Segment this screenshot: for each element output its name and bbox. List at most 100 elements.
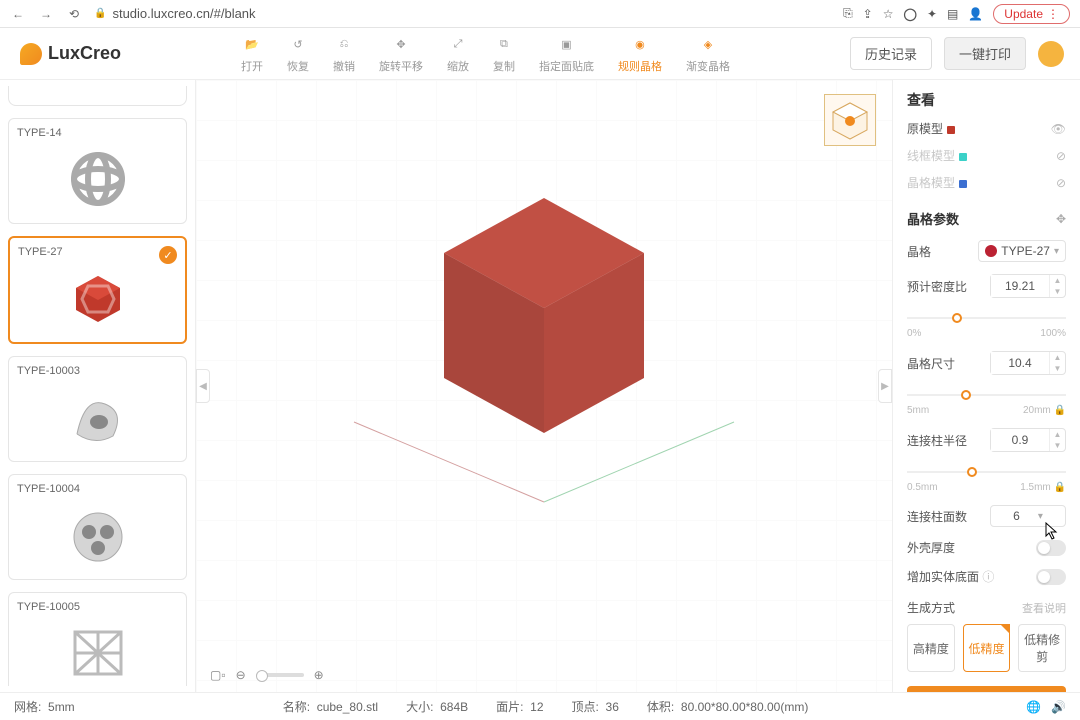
toolbar-face-down[interactable]: ▣指定面贴底 bbox=[539, 34, 594, 74]
type-card-prev[interactable] bbox=[8, 86, 187, 106]
param-shell: 外壳厚度 bbox=[907, 539, 1066, 556]
size-input[interactable]: ▲▼ bbox=[990, 351, 1066, 375]
bookmark-icon[interactable]: ☆ bbox=[883, 7, 894, 21]
toolbar-restore[interactable]: ↺恢复 bbox=[287, 34, 309, 74]
mode-low-button[interactable]: 低精度 bbox=[963, 624, 1011, 672]
main-toolbar: 📂打开 ↺恢复 ⎌撤销 ✥旋转平移 ⤢缩放 ⧉复制 ▣指定面贴底 ◉规则晶格 ◈… bbox=[141, 34, 830, 74]
status-sound-icon[interactable]: 🔊 bbox=[1051, 700, 1066, 714]
browser-bar: ← → ⟲ 🔒 studio.luxcreo.cn/#/blank ⎘ ⇪ ☆ … bbox=[0, 0, 1080, 28]
lock-icon[interactable]: 🔒 bbox=[1054, 482, 1066, 493]
zoom-out-icon[interactable]: ⊖ bbox=[236, 668, 246, 682]
toolbar-transform[interactable]: ✥旋转平移 bbox=[379, 34, 423, 74]
translate-icon[interactable]: ⎘ bbox=[843, 6, 853, 21]
lock-icon[interactable]: 🔒 bbox=[1054, 405, 1066, 416]
eye-off-icon[interactable]: ⊘ bbox=[1056, 149, 1066, 163]
viewport-tools: ▢▫ ⊖ ⊕ bbox=[210, 668, 324, 682]
lattice-icon: ◉ bbox=[629, 34, 651, 56]
type-card-27[interactable]: TYPE-27 ✓ bbox=[8, 236, 187, 344]
extensions-icon[interactable]: ✦ bbox=[927, 7, 937, 21]
type-card-14[interactable]: TYPE-14 bbox=[8, 118, 187, 224]
toolbar-lattice[interactable]: ◉规则晶格 bbox=[618, 34, 662, 74]
eye-off-icon[interactable]: ⊘ bbox=[1056, 176, 1066, 190]
history-button[interactable]: 历史记录 bbox=[850, 37, 932, 70]
zoom-slider[interactable] bbox=[256, 673, 304, 677]
step-down-icon[interactable]: ▼ bbox=[1050, 286, 1065, 297]
user-avatar[interactable] bbox=[1038, 41, 1064, 67]
toolbar-scale[interactable]: ⤢缩放 bbox=[447, 34, 469, 74]
view-section-title: 查看 bbox=[907, 90, 1066, 110]
properties-panel: 查看 原模型 👁 线框模型 ⊘ 晶格模型 ⊘ 晶格参数 ✥ 晶格 TYPE-27… bbox=[892, 80, 1080, 692]
share-icon[interactable]: ⇪ bbox=[863, 7, 873, 21]
address-url[interactable]: studio.luxcreo.cn/#/blank bbox=[112, 6, 255, 21]
solid-toggle[interactable] bbox=[1036, 569, 1066, 585]
lock-icon: 🔒 bbox=[94, 8, 106, 19]
eye-icon[interactable]: 👁 bbox=[1051, 122, 1066, 136]
scale-icon: ⤢ bbox=[447, 34, 469, 56]
zoom-in-icon[interactable]: ⊕ bbox=[314, 668, 324, 682]
transform-icon: ✥ bbox=[390, 34, 412, 56]
thumb-10005 bbox=[17, 613, 178, 686]
toolbar-gradient-lattice[interactable]: ◈渐变晶格 bbox=[686, 34, 730, 74]
face-down-icon: ▣ bbox=[555, 34, 577, 56]
mode-trim-button[interactable]: 低精修剪 bbox=[1018, 624, 1066, 672]
viewport-3d[interactable]: ◀ ▶ ▢▫ ⊖ ⊕ bbox=[195, 80, 892, 692]
viewport-collapse-left[interactable]: ◀ bbox=[196, 369, 210, 403]
app-header: LuxCreo 📂打开 ↺恢复 ⎌撤销 ✥旋转平移 ⤢缩放 ⧉复制 ▣指定面贴底… bbox=[0, 28, 1080, 80]
type-card-10005[interactable]: TYPE-10005 bbox=[8, 592, 187, 686]
radius-input[interactable]: ▲▼ bbox=[990, 428, 1066, 452]
layer-lattice[interactable]: 晶格模型 ⊘ bbox=[907, 174, 1066, 191]
model-cube bbox=[434, 188, 654, 438]
profile-icon[interactable]: 👤 bbox=[968, 7, 983, 21]
thumb-10003 bbox=[17, 377, 178, 457]
brand-logo[interactable]: LuxCreo bbox=[20, 43, 121, 65]
thumb-27 bbox=[18, 258, 177, 338]
generate-button[interactable]: 生成 bbox=[907, 686, 1066, 692]
toolbar-open[interactable]: 📂打开 bbox=[241, 34, 263, 74]
open-icon: 📂 bbox=[241, 34, 263, 56]
undo-icon: ⎌ bbox=[333, 34, 355, 56]
param-density: 预计密度比 ▲▼ bbox=[907, 274, 1066, 298]
layer-wireframe[interactable]: 线框模型 ⊘ bbox=[907, 147, 1066, 164]
param-lattice-type: 晶格 TYPE-27 ▾ bbox=[907, 240, 1066, 262]
size-slider[interactable] bbox=[907, 387, 1066, 403]
check-icon: ✓ bbox=[159, 246, 177, 264]
type-card-10003[interactable]: TYPE-10003 bbox=[8, 356, 187, 462]
panel-icon[interactable]: ▤ bbox=[947, 7, 958, 21]
toolbar-undo[interactable]: ⎌撤销 bbox=[333, 34, 355, 74]
update-button[interactable]: Update⋮ bbox=[993, 4, 1070, 24]
viewport-collapse-right[interactable]: ▶ bbox=[878, 369, 892, 403]
nav-back-icon[interactable]: ← bbox=[10, 6, 26, 22]
type-sidebar: TYPE-14 TYPE-27 ✓ TYPE-10003 TYPE-10004 bbox=[0, 80, 195, 692]
info-icon[interactable]: ⓘ bbox=[982, 570, 994, 584]
param-facets: 连接柱面数 6 ▾ bbox=[907, 505, 1066, 527]
shell-toggle[interactable] bbox=[1036, 540, 1066, 556]
lattice-swatch-icon bbox=[985, 245, 997, 257]
density-slider[interactable] bbox=[907, 310, 1066, 326]
layer-original[interactable]: 原模型 👁 bbox=[907, 120, 1066, 137]
params-title: 晶格参数 bbox=[907, 209, 959, 228]
param-size: 晶格尺寸 ▲▼ bbox=[907, 351, 1066, 375]
restore-icon: ↺ bbox=[287, 34, 309, 56]
param-solid-bottom: 增加实体底面 ⓘ bbox=[907, 568, 1066, 585]
gen-help-link[interactable]: 查看说明 bbox=[1022, 600, 1066, 616]
lattice-select[interactable]: TYPE-27 ▾ bbox=[978, 240, 1066, 262]
facets-select[interactable]: 6 ▾ bbox=[990, 505, 1066, 527]
param-radius: 连接柱半径 ▲▼ bbox=[907, 428, 1066, 452]
thumb-10004 bbox=[17, 495, 178, 575]
status-lang-icon[interactable]: 🌐 bbox=[1026, 700, 1041, 714]
nav-forward-icon[interactable]: → bbox=[38, 6, 54, 22]
gen-mode-label: 生成方式 bbox=[907, 599, 955, 616]
radius-slider[interactable] bbox=[907, 464, 1066, 480]
view-toggle-icon[interactable]: ▢▫ bbox=[210, 668, 226, 682]
toolbar-copy[interactable]: ⧉复制 bbox=[493, 34, 515, 74]
print-button[interactable]: 一键打印 bbox=[944, 37, 1026, 70]
gradient-lattice-icon: ◈ bbox=[697, 34, 719, 56]
step-up-icon[interactable]: ▲ bbox=[1050, 275, 1065, 286]
nav-reload-icon[interactable]: ⟲ bbox=[66, 6, 82, 22]
type-card-10004[interactable]: TYPE-10004 bbox=[8, 474, 187, 580]
move-icon[interactable]: ✥ bbox=[1056, 212, 1066, 226]
density-input[interactable]: ▲▼ bbox=[990, 274, 1066, 298]
mode-high-button[interactable]: 高精度 bbox=[907, 624, 955, 672]
view-cube[interactable] bbox=[824, 94, 876, 146]
circle-icon[interactable]: ◯ bbox=[904, 7, 917, 21]
